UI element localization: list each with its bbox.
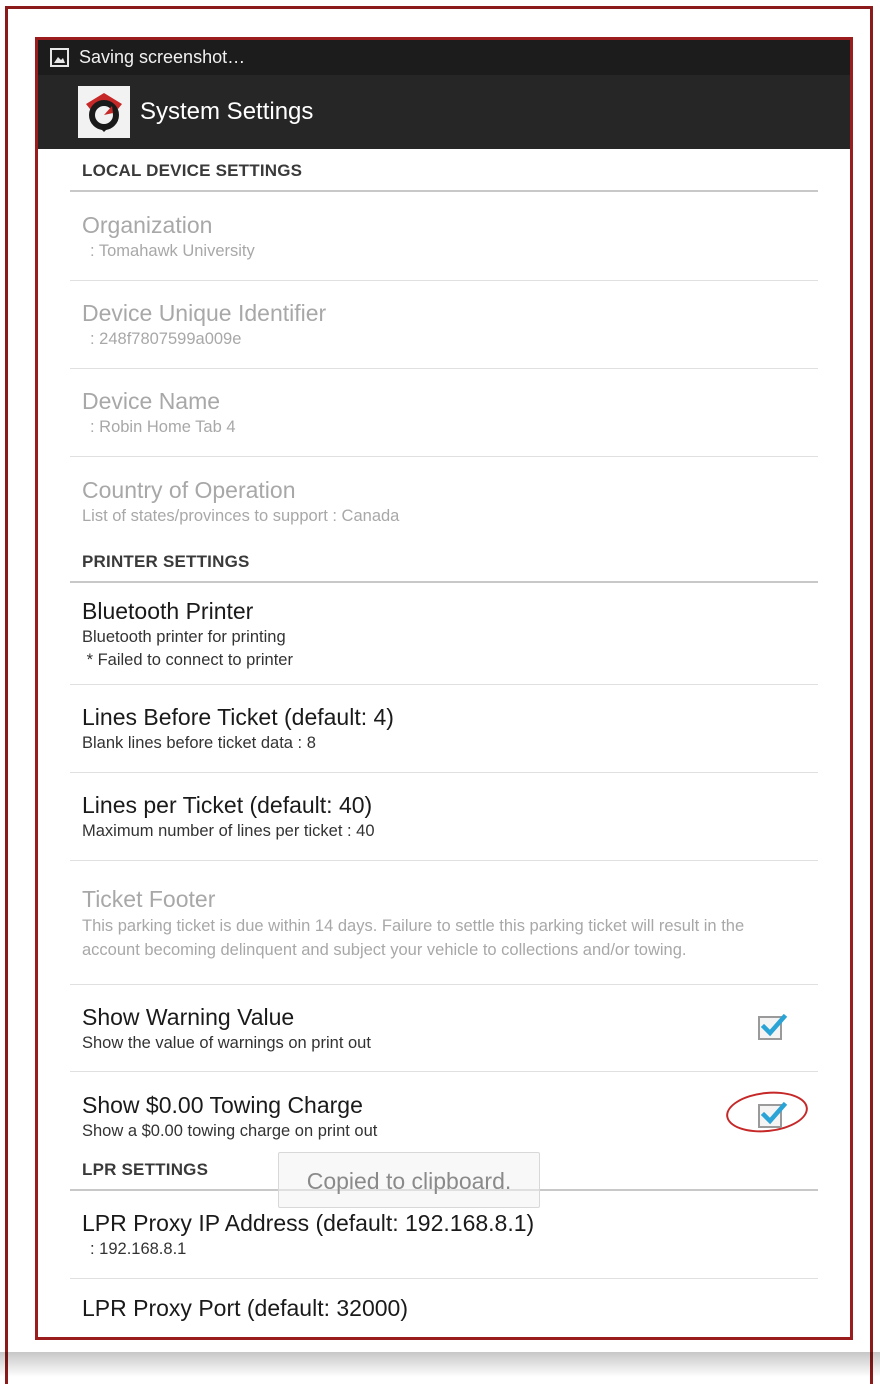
pref-title: Show Warning Value: [82, 1003, 295, 1030]
pref-title: Device Name: [82, 388, 221, 414]
pref-summary: : 192.168.8.1: [90, 1240, 187, 1258]
pref-title: LPR Proxy Port (default: 32000): [82, 1295, 408, 1321]
pref-ticket-footer[interactable]: Ticket Footer This parking ticket is due…: [70, 861, 818, 985]
pref-summary: : Tomahawk University: [90, 241, 255, 260]
pref-title: LPR Proxy IP Address (default: 192.168.8…: [82, 1210, 535, 1236]
pref-title: Bluetooth Printer: [82, 597, 254, 624]
toast-message: Copied to clipboard.: [278, 1152, 540, 1208]
image-icon: [50, 48, 69, 67]
pref-summary-error: * Failed to connect to printer: [82, 650, 293, 669]
pref-summary: : Robin Home Tab 4: [90, 418, 236, 436]
section-header-printer: PRINTER SETTINGS: [70, 546, 818, 583]
pref-title: Lines per Ticket (default: 40): [82, 792, 373, 818]
check-icon: [760, 1101, 787, 1125]
pref-title: Lines Before Ticket (default: 4): [82, 704, 394, 730]
pref-summary: This parking ticket is due within 14 day…: [82, 916, 745, 959]
pref-title: Country of Operation: [82, 477, 296, 503]
show-warning-checkbox[interactable]: [758, 1013, 787, 1040]
pref-summary: Bluetooth printer for printing: [82, 627, 286, 646]
pref-summary: List of states/provinces to support : Ca…: [82, 507, 400, 525]
pref-show-warning-value[interactable]: Show Warning Value Show the value of war…: [70, 985, 818, 1072]
pref-summary: Blank lines before ticket data : 8: [82, 734, 316, 752]
pref-lines-per-ticket[interactable]: Lines per Ticket (default: 40) Maximum n…: [70, 773, 818, 861]
action-bar: System Settings: [38, 75, 850, 149]
pref-bluetooth-printer[interactable]: Bluetooth Printer Bluetooth printer for …: [70, 583, 818, 685]
pref-summary: Show the value of warnings on print out: [82, 1033, 371, 1052]
pref-title: Organization: [82, 211, 213, 238]
pref-summary: Maximum number of lines per ticket : 40: [82, 822, 375, 840]
app-logo-icon[interactable]: [78, 86, 130, 138]
pref-device-unique-identifier[interactable]: Device Unique Identifier : 248f7807599a0…: [70, 281, 818, 369]
pref-device-name[interactable]: Device Name : Robin Home Tab 4: [70, 369, 818, 457]
device-screen: Saving screenshot… System Settings LOCAL…: [35, 37, 853, 1340]
pref-country-of-operation[interactable]: Country of Operation List of states/prov…: [70, 457, 818, 546]
pref-organization[interactable]: Organization : Tomahawk University: [70, 192, 818, 281]
section-header-local: LOCAL DEVICE SETTINGS: [70, 149, 818, 192]
pref-show-towing-charge[interactable]: Show $0.00 Towing Charge Show a $0.00 to…: [70, 1072, 818, 1160]
page-title: System Settings: [140, 98, 314, 125]
page-shadow: [0, 1352, 880, 1388]
pref-title: Device Unique Identifier: [82, 300, 327, 326]
show-towing-checkbox[interactable]: [758, 1101, 787, 1128]
pref-lines-before-ticket[interactable]: Lines Before Ticket (default: 4) Blank l…: [70, 685, 818, 773]
status-text: Saving screenshot…: [79, 47, 246, 67]
pref-title: Show $0.00 Towing Charge: [82, 1091, 363, 1118]
check-icon: [760, 1013, 787, 1037]
towing-checkbox-wrap: [724, 1087, 810, 1137]
pref-title: Ticket Footer: [82, 885, 216, 912]
pref-lpr-proxy-port[interactable]: LPR Proxy Port (default: 32000): [70, 1279, 818, 1337]
status-bar: Saving screenshot…: [38, 40, 850, 75]
pref-summary: : 248f7807599a009e: [90, 330, 242, 348]
pref-summary: Show a $0.00 towing charge on print out: [82, 1121, 378, 1140]
